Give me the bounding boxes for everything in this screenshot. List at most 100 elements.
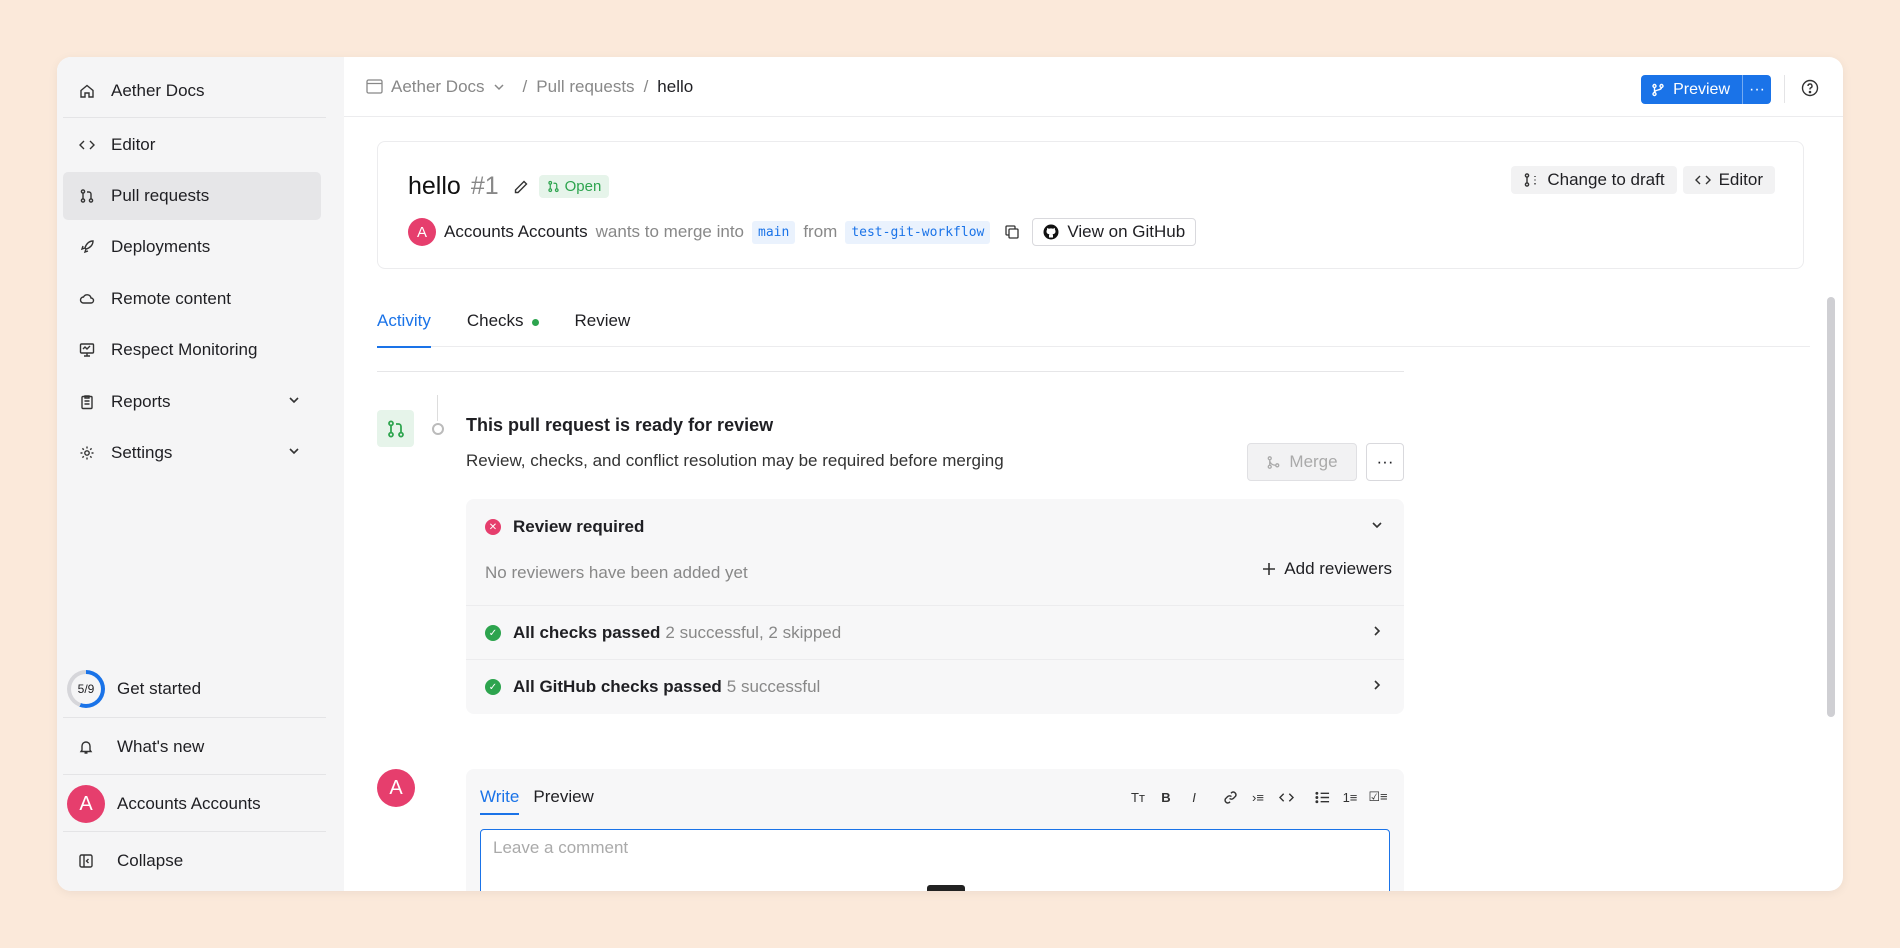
merge-more-button[interactable]: ··· [1366,443,1404,481]
app-window: Aether Docs Editor Pull requests Deploym… [57,57,1843,891]
copy-icon[interactable] [1004,224,1020,240]
sidebar-item-label: Remote content [111,289,232,308]
sidebar-item-aether-docs[interactable]: Aether Docs [63,67,321,115]
comment-box: Write Preview Tт B I ›≡ 1≡ ☑≡ Leave a co… [466,769,1404,891]
head-branch: test-git-workflow [845,220,991,244]
sidebar-item-deployments[interactable]: Deployments [63,223,321,271]
github-icon [1043,224,1059,240]
collapse-button[interactable]: Collapse [63,833,333,889]
tab-checks[interactable]: Checks [467,307,539,347]
sidebar-item-label: Settings [111,443,173,462]
pr-header-card: hello #1 Open A Accounts Accounts wants … [377,141,1804,269]
tab-review[interactable]: Review [575,307,631,347]
sidebar-item-reports[interactable]: Reports [63,378,321,426]
code-icon[interactable] [1278,789,1294,805]
breadcrumb: Aether Docs / Pull requests / hello [366,77,693,97]
ready-title: This pull request is ready for review [466,415,774,435]
sidebar-divider [63,831,326,832]
timeline-dot [432,423,444,435]
link-icon[interactable] [1222,789,1238,805]
merge-button[interactable]: Merge [1247,443,1357,481]
bell-icon [67,739,105,755]
comment-input[interactable]: Leave a comment [480,829,1390,891]
pr-tabs: Activity Checks Review [377,307,1810,348]
sidebar-item-settings[interactable]: Settings [63,429,321,477]
pr-title-row: hello #1 Open [408,172,610,201]
chevron-right-icon[interactable] [1370,677,1384,697]
sidebar-item-pull-requests[interactable]: Pull requests [63,172,321,220]
browser-icon [366,79,383,94]
preview-button-group: Preview ··· [1641,75,1771,104]
preview-button[interactable]: Preview [1641,75,1743,104]
breadcrumb-current: hello [657,76,694,96]
sidebar-item-respect-monitoring[interactable]: Respect Monitoring [63,326,321,374]
rocket-icon [77,237,97,257]
editor-button[interactable]: Editor [1682,166,1775,194]
bullet-list-icon[interactable] [1314,789,1330,805]
pull-request-icon [547,180,560,193]
status-badge: Open [538,175,610,198]
pencil-icon[interactable] [513,179,529,195]
branch-icon [1651,83,1665,97]
user-account[interactable]: A Accounts Accounts [63,776,333,832]
divider [1784,75,1785,103]
error-icon: ✕ [485,519,501,535]
sidebar-item-remote-content[interactable]: Remote content [63,275,321,323]
numbered-list-icon[interactable]: 1≡ [1342,789,1358,805]
pr-number: #1 [470,172,499,200]
review-required-row[interactable]: ✕ Review required [466,513,1404,541]
divider [466,659,1404,660]
collapse-icon [67,853,105,869]
checks-panel: ✕ Review required No reviewers have been… [466,499,1404,714]
preview-more-button[interactable]: ··· [1743,81,1771,99]
sidebar-divider [63,717,326,718]
check-icon: ✓ [485,625,501,641]
pr-author[interactable]: Accounts Accounts [444,222,588,242]
avatar: A [377,769,415,807]
chevron-down-icon[interactable] [287,392,301,412]
sidebar-item-label: Editor [111,135,156,154]
sidebar-item-editor[interactable]: Editor [63,121,321,169]
pull-request-icon [77,186,97,206]
quote-icon[interactable]: ›≡ [1250,789,1266,805]
breadcrumb-project[interactable]: Aether Docs [391,77,485,97]
view-on-github-button[interactable]: View on GitHub [1032,218,1197,246]
add-reviewers-button[interactable]: Add reviewers [1262,559,1392,579]
sidebar-item-label: Reports [111,392,171,411]
tab-preview[interactable]: Preview [533,787,593,807]
github-checks-row[interactable]: ✓ All GitHub checks passed 5 successful [466,673,1404,701]
formatting-toolbar: Tт B I ›≡ 1≡ ☑≡ [1130,789,1388,805]
pr-header-actions: Change to draft Editor [1511,166,1775,194]
code-icon [77,135,97,155]
chevron-right-icon[interactable] [1370,623,1384,643]
top-bar: Aether Docs / Pull requests / hello Prev… [344,57,1843,117]
breadcrumb-separator: / [643,76,649,96]
breadcrumb-section[interactable]: Pull requests [536,77,634,97]
italic-icon[interactable]: I [1186,789,1202,805]
tab-activity[interactable]: Activity [377,307,431,348]
scrollbar[interactable] [1827,297,1835,717]
sidebar-item-label: Pull requests [111,186,210,205]
chevron-down-icon[interactable] [287,443,301,463]
whats-new[interactable]: What's new [63,719,333,775]
tab-write[interactable]: Write [480,787,520,815]
drag-handle[interactable] [927,885,965,891]
divider [377,371,1404,372]
chevron-down-icon[interactable] [493,81,505,93]
change-to-draft-button[interactable]: Change to draft [1511,166,1677,194]
chevron-down-icon[interactable] [1370,517,1384,537]
get-started[interactable]: 5/9 Get started [63,661,333,717]
status-dot [531,319,539,326]
avatar: A [408,218,436,246]
all-checks-row[interactable]: ✓ All checks passed 2 successful, 2 skip… [466,619,1404,647]
text-size-icon[interactable]: Tт [1130,789,1146,805]
sidebar-item-label: Aether Docs [111,81,205,100]
sidebar-divider [63,774,326,775]
home-icon [77,81,97,101]
task-list-icon[interactable]: ☑≡ [1368,789,1387,805]
help-icon[interactable] [1801,79,1821,99]
divider [466,605,1404,606]
bold-icon[interactable]: B [1158,789,1174,805]
timeline-line [437,395,438,421]
avatar: A [67,785,105,823]
